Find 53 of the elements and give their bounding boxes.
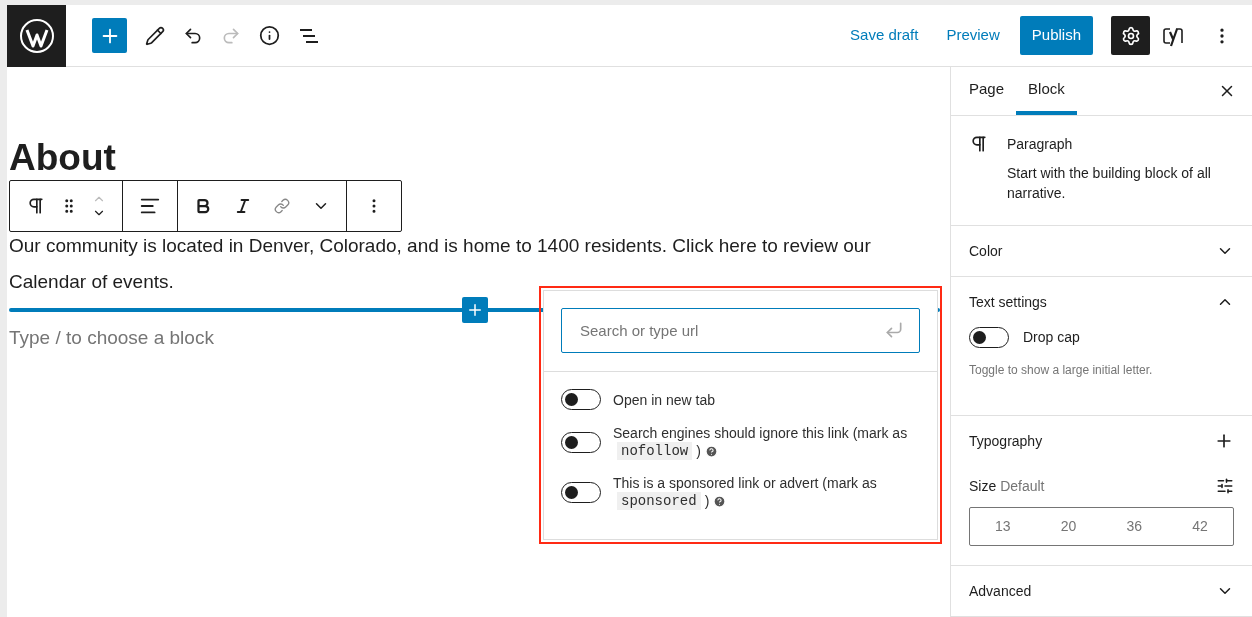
toggle-label: Open in new tab	[613, 390, 715, 409]
paragraph-icon[interactable]	[26, 196, 46, 216]
help-icon[interactable]	[704, 444, 718, 458]
toolbar-link-button[interactable]: Preview	[938, 16, 1008, 55]
custom-size-icon[interactable]	[1216, 477, 1234, 495]
logo-tile[interactable]	[7, 4, 66, 67]
toggle-switch[interactable]	[561, 431, 601, 453]
url-search-field[interactable]: Search or type url	[561, 308, 920, 353]
settings-button[interactable]	[1111, 16, 1150, 55]
toggle-label: )	[704, 492, 710, 510]
sidebar-tab[interactable]: Page	[957, 67, 1017, 115]
toggle-label: Drop cap	[1023, 328, 1080, 347]
pencil-icon[interactable]	[145, 25, 165, 46]
panel-title[interactable]: Color	[969, 240, 1003, 262]
size-value: Default	[1000, 477, 1045, 494]
panel-title[interactable]: Typography	[969, 430, 1043, 452]
toggle-label: )	[696, 442, 701, 460]
size-label: Size	[969, 477, 997, 494]
toggle-switch[interactable]	[561, 481, 601, 503]
block-description: Start with the building block of all narrative.	[1007, 164, 1212, 203]
plus-icon	[466, 301, 484, 319]
code-keyword: sponsored	[617, 492, 701, 510]
code-keyword: nofollow	[617, 442, 693, 460]
paragraph-text: Our community is located in Denver, Colorado, and is home to 1400 residents. Click here to review our Calendar of events.	[9, 234, 872, 294]
undo-icon[interactable]	[183, 25, 203, 46]
bold-icon[interactable]	[194, 197, 212, 215]
sidebar-tab[interactable]: Block	[1016, 67, 1077, 115]
add-block-button[interactable]	[92, 18, 127, 53]
settings-icon	[1120, 25, 1141, 46]
font-size-option[interactable]: 20	[1035, 508, 1102, 545]
toggle-switch[interactable]	[561, 389, 601, 410]
panel-title[interactable]: Advanced	[969, 580, 1032, 602]
paragraph-icon	[969, 134, 989, 154]
list-view-icon[interactable]	[298, 26, 320, 45]
block-title: Paragraph	[1007, 135, 1074, 154]
help-icon[interactable]	[713, 494, 727, 508]
toolbar-link-button[interactable]: Save draft	[842, 16, 927, 55]
toggle-switch[interactable]	[969, 327, 1009, 348]
block-placeholder[interactable]: Type / to choose a block	[9, 320, 214, 356]
font-size-option[interactable]: 13	[970, 508, 1036, 545]
italic-icon[interactable]	[234, 197, 252, 215]
toggle-label: Search engines should ignore this link (mark as	[613, 424, 908, 442]
logo-icon[interactable]	[18, 17, 55, 54]
page-heading: About	[9, 139, 116, 177]
font-size-option[interactable]: 36	[1101, 508, 1168, 545]
font-size-option[interactable]: 42	[1167, 508, 1233, 545]
publish-button[interactable]: Publish	[1019, 16, 1093, 55]
insert-block-button[interactable]	[462, 297, 488, 323]
panel-title[interactable]: Text settings	[969, 291, 1047, 313]
info-icon[interactable]	[259, 25, 280, 46]
help-text: Toggle to show a large initial letter.	[969, 362, 1154, 379]
toggle-label: This is a sponsored link or advert (mark as	[613, 474, 877, 492]
link-icon[interactable]	[274, 198, 290, 214]
